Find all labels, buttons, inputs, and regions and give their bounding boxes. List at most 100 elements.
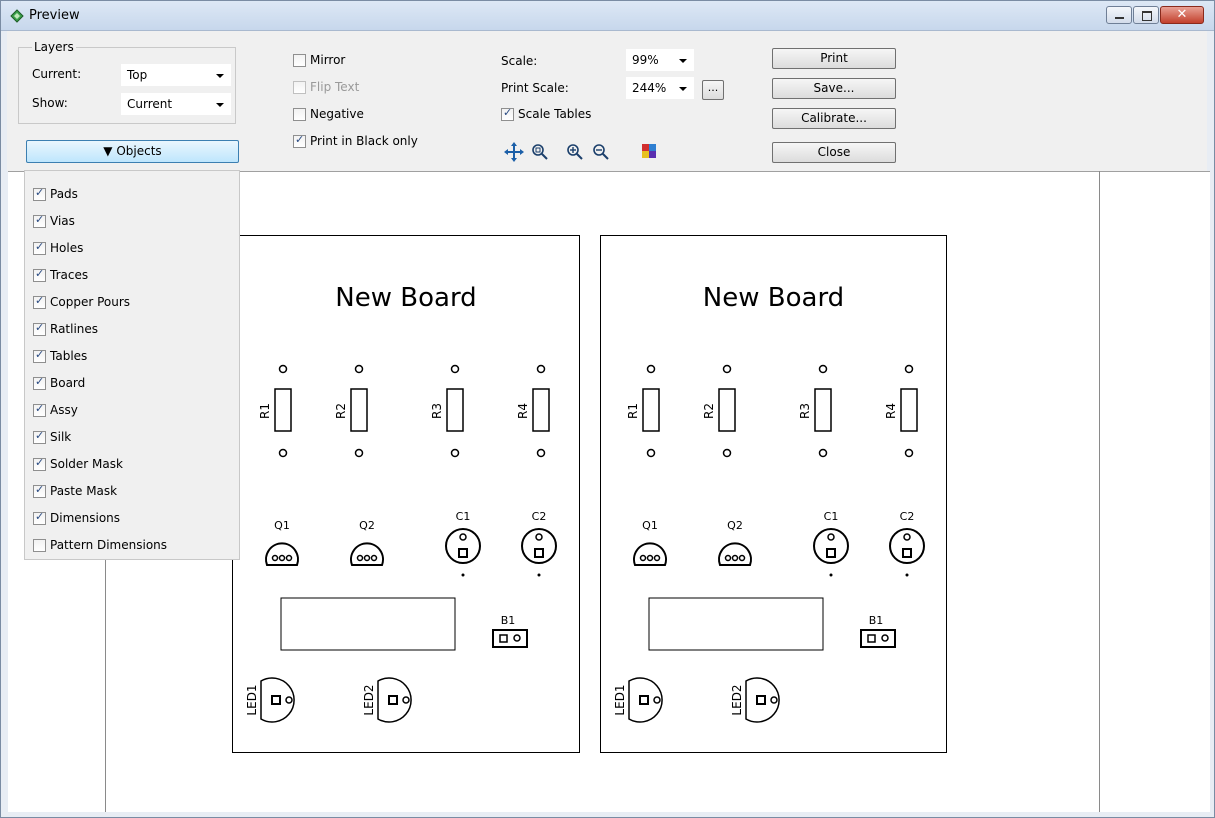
transistor-label: Q2 [727,519,743,532]
object-item[interactable]: Traces [33,267,88,282]
negative-checkbox[interactable] [293,107,306,121]
print-scale-more-button[interactable]: ... [702,80,724,100]
transistor-outline [718,542,752,566]
close-window-button[interactable]: ✕ [1160,6,1204,24]
current-layer-label: Current: [32,67,82,81]
print-black-checkbox[interactable] [293,133,306,148]
polarity-mark [905,573,909,577]
object-checkbox[interactable] [33,429,46,444]
object-item[interactable]: Assy [33,402,78,417]
pad [536,364,546,374]
object-checkbox[interactable] [33,483,46,498]
mirror-checkbox[interactable] [293,53,306,67]
pad [646,448,656,458]
calibrate-button[interactable]: Calibrate... [772,108,896,129]
pad [354,448,364,458]
object-item[interactable]: Ratlines [33,321,98,336]
object-item[interactable]: Silk [33,429,72,444]
battery-label: B1 [501,614,516,627]
print-button[interactable]: Print [772,48,896,69]
color-palette-icon[interactable] [642,144,656,158]
object-checkbox[interactable] [33,213,46,228]
pad [278,364,288,374]
object-label: Tables [50,349,88,363]
object-item[interactable]: Pads [33,186,78,201]
object-item[interactable]: Board [33,375,85,390]
current-layer-select[interactable]: Top [121,64,231,86]
object-checkbox[interactable] [33,294,46,309]
scale-tables-option[interactable]: Scale Tables [501,106,591,121]
print-scale-select[interactable]: 244% [626,77,694,99]
resistor-outline [642,388,660,432]
object-item[interactable]: Dimensions [33,510,120,525]
zoom-fit-icon[interactable] [531,143,549,161]
pad [535,533,543,541]
led-label: LED1 [613,684,627,715]
object-checkbox[interactable] [33,402,46,417]
pad [278,448,288,458]
pad [738,554,746,562]
pad [646,554,654,562]
object-checkbox[interactable] [33,240,46,255]
pad [722,364,732,374]
pad [653,554,661,562]
pad [867,634,876,643]
pad [731,554,739,562]
object-label: Silk [50,430,72,444]
board-title: New Board [703,283,844,313]
object-label: Pads [50,187,78,201]
app-icon [10,9,24,23]
object-checkbox[interactable] [33,186,46,201]
object-checkbox[interactable] [33,456,46,471]
minimize-button[interactable] [1106,6,1132,24]
pad [285,696,293,704]
objects-toggle-button[interactable]: ▼ Objects [26,140,239,163]
pad [722,448,732,458]
scale-select[interactable]: 99% [626,49,694,71]
negative-option[interactable]: Negative [293,107,364,121]
pad [356,554,364,562]
pan-move-icon[interactable] [503,141,525,163]
resistor-outline [718,388,736,432]
capacitor-label: C1 [824,510,839,523]
object-checkbox[interactable] [33,538,46,552]
object-checkbox[interactable] [33,375,46,390]
object-item[interactable]: Copper Pours [33,294,130,309]
maximize-button[interactable] [1133,6,1159,24]
object-checkbox[interactable] [33,321,46,336]
object-item[interactable]: Paste Mask [33,483,117,498]
zoom-in-icon[interactable] [566,143,584,161]
battery-outline [492,629,528,648]
object-checkbox[interactable] [33,510,46,525]
transistor-label: Q1 [642,519,658,532]
pad [639,695,649,705]
show-layer-select[interactable]: Current [121,93,231,115]
current-layer-value: Top [127,68,148,82]
object-checkbox[interactable] [33,267,46,282]
transistor-outline [265,542,299,566]
object-label: Solder Mask [50,457,123,471]
object-item[interactable]: Pattern Dimensions [33,538,167,552]
scale-tables-checkbox[interactable] [501,106,514,121]
negative-label: Negative [310,107,364,121]
mirror-option[interactable]: Mirror [293,53,345,67]
save-button[interactable]: Save... [772,78,896,99]
pad [881,634,889,642]
object-item[interactable]: Solder Mask [33,456,123,471]
print-black-option[interactable]: Print in Black only [293,133,418,148]
title-bar: Preview ✕ [1,1,1214,31]
resistor-label: R4 [516,403,530,419]
resistor-label: R3 [430,403,444,419]
label-box [280,597,456,651]
resistor-label: R4 [884,403,898,419]
object-checkbox[interactable] [33,348,46,363]
pad [450,364,460,374]
battery-label: B1 [869,614,884,627]
object-item[interactable]: Vias [33,213,75,228]
object-item[interactable]: Tables [33,348,88,363]
close-button[interactable]: Close [772,142,896,163]
board-title: New Board [335,283,476,313]
object-item[interactable]: Holes [33,240,83,255]
transistor-label: Q2 [359,519,375,532]
zoom-out-icon[interactable] [592,143,610,161]
